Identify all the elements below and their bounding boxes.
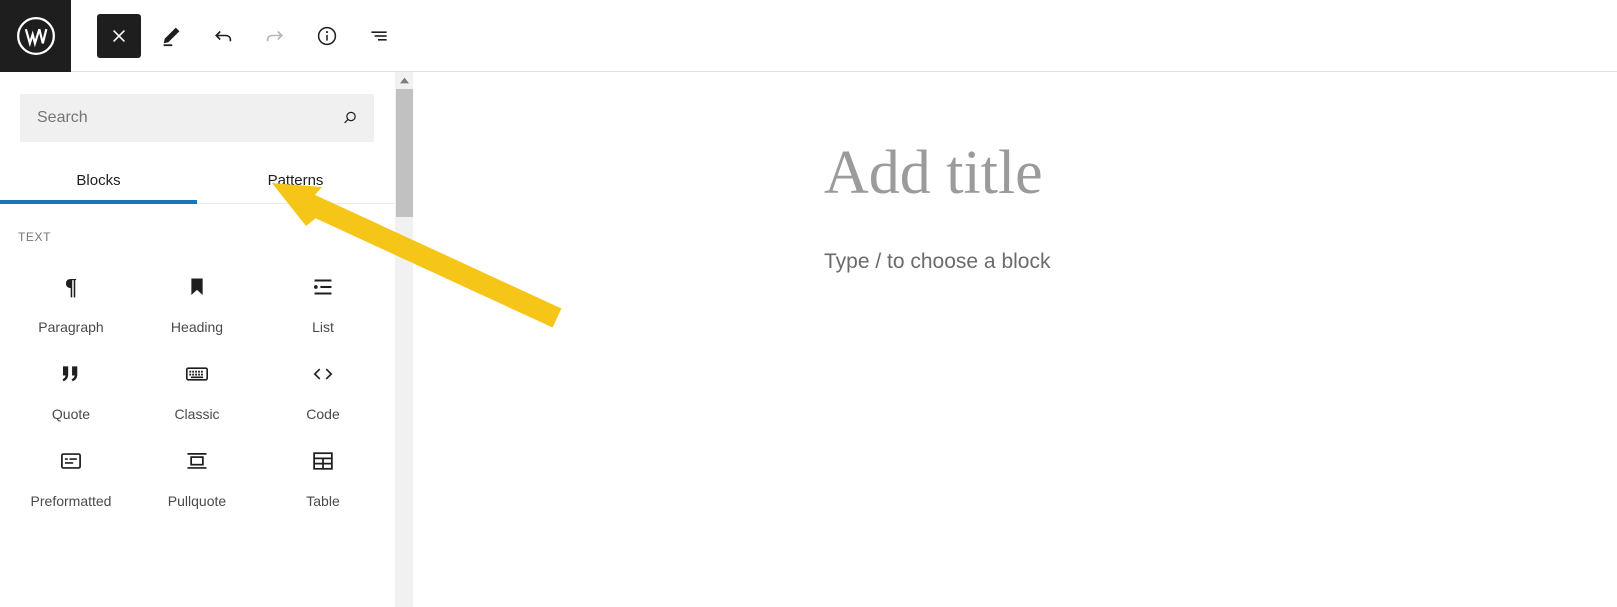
block-item-paragraph[interactable]: ¶ Paragraph [8, 258, 134, 345]
info-icon [317, 26, 337, 45]
wordpress-block-editor: Blocks Patterns TEXT ¶ Paragraph H [0, 0, 1617, 607]
inserter-tabs: Blocks Patterns [0, 160, 394, 204]
redo-button[interactable] [253, 14, 297, 58]
block-item-list[interactable]: List [260, 258, 386, 345]
pullquote-icon [184, 446, 210, 476]
table-icon [310, 446, 336, 476]
undo-icon [215, 30, 232, 41]
default-block-placeholder[interactable]: Type / to choose a block [824, 250, 1050, 274]
block-inserter-panel: Blocks Patterns TEXT ¶ Paragraph H [0, 72, 394, 607]
scrollbar-thumb[interactable] [396, 89, 413, 217]
block-label: Quote [51, 406, 91, 422]
block-label: Preformatted [30, 493, 112, 509]
block-item-heading[interactable]: Heading [134, 258, 260, 345]
editor-header [0, 0, 1617, 72]
wordpress-logo-button[interactable] [0, 0, 71, 72]
list-icon [310, 272, 336, 302]
block-label: List [312, 319, 334, 335]
tab-blocks[interactable]: Blocks [0, 160, 197, 204]
editor-toolbar [71, 0, 401, 71]
block-label: Pullquote [167, 493, 227, 509]
block-label: Code [306, 406, 340, 422]
undo-button[interactable] [201, 14, 245, 58]
details-button[interactable] [305, 14, 349, 58]
block-label: Paragraph [38, 319, 104, 335]
block-item-table[interactable]: Table [260, 432, 386, 519]
edit-mode-button[interactable] [149, 14, 193, 58]
block-item-quote[interactable]: Quote [8, 345, 134, 432]
block-label: Heading [170, 319, 224, 335]
block-label: Table [306, 493, 340, 509]
preformatted-icon [58, 446, 84, 476]
redo-icon [266, 30, 283, 41]
pencil-icon [163, 27, 180, 46]
search-input[interactable] [21, 95, 327, 141]
list-view-icon [371, 30, 387, 41]
classic-icon [184, 359, 210, 389]
inserter-scrollbar[interactable] [394, 72, 414, 607]
editor-canvas[interactable]: Add title Type / to choose a block [413, 72, 1617, 607]
block-item-code[interactable]: Code [260, 345, 386, 432]
block-item-preformatted[interactable]: Preformatted [8, 432, 134, 519]
quote-icon [58, 359, 84, 389]
search-icon[interactable] [327, 95, 373, 141]
post-title-placeholder[interactable]: Add title [824, 142, 1043, 204]
search-box[interactable] [20, 94, 374, 142]
block-label: Classic [174, 406, 220, 422]
magnifier-icon [344, 111, 356, 124]
heading-icon [184, 272, 210, 302]
close-icon [113, 29, 125, 42]
block-item-classic[interactable]: Classic [134, 345, 260, 432]
tab-patterns[interactable]: Patterns [197, 160, 394, 203]
svg-text:¶: ¶ [65, 275, 77, 300]
list-view-button[interactable] [357, 14, 401, 58]
close-inserter-button[interactable] [97, 13, 141, 58]
code-icon [310, 359, 336, 389]
block-grid: ¶ Paragraph Heading List Quote Classic C… [0, 244, 394, 519]
search-container [0, 72, 394, 142]
wordpress-logo-icon [16, 17, 55, 55]
block-item-pullquote[interactable]: Pullquote [134, 432, 260, 519]
category-label-text: TEXT [18, 230, 52, 244]
scroll-up-arrow-icon[interactable] [395, 72, 414, 89]
paragraph-icon: ¶ [58, 272, 84, 302]
